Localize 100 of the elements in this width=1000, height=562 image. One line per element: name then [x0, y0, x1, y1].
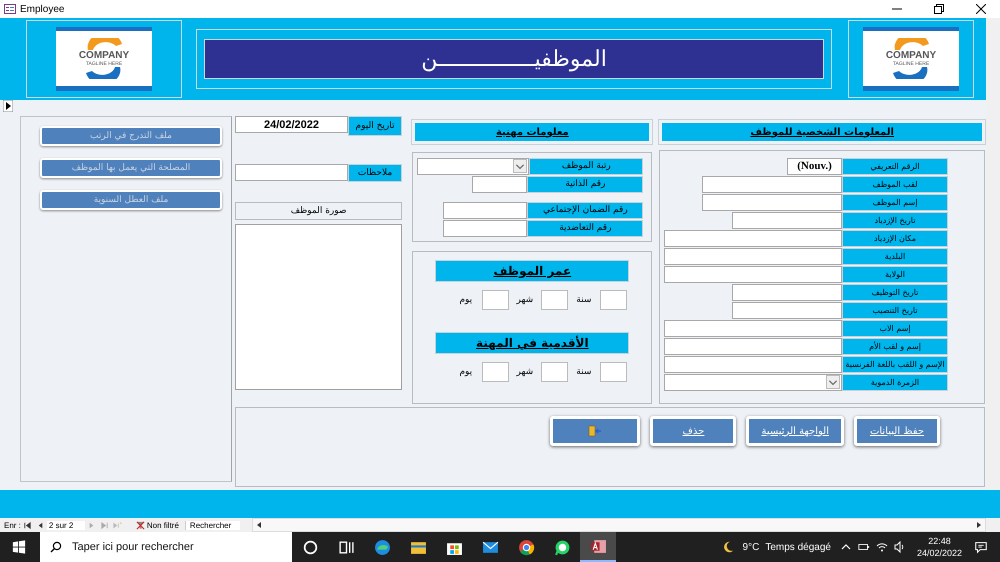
scrollbar[interactable]	[986, 112, 1000, 490]
action-button[interactable]: الواجهة الرئيسية	[746, 416, 844, 446]
field-label: تاريخ الإزدياد	[842, 212, 948, 228]
field-label: ملاحظات	[348, 164, 402, 182]
input-field[interactable]	[540, 362, 568, 382]
input-field[interactable]	[482, 362, 509, 382]
dropdown-field[interactable]	[664, 374, 842, 390]
unit-label: سنة	[575, 367, 592, 377]
field-label: الرقم التعريفي	[842, 158, 948, 174]
unit-label: يوم	[458, 295, 474, 305]
field-label: الولاية	[842, 266, 948, 282]
search-icon	[50, 541, 62, 553]
scroll-left-icon[interactable]	[254, 521, 263, 529]
field-label: رتبة الموظف	[529, 158, 644, 174]
input-field[interactable]	[540, 290, 568, 310]
logo-name: COMPANY	[886, 50, 936, 61]
input-field[interactable]	[664, 248, 842, 264]
scroll-right-icon[interactable]	[975, 521, 983, 529]
last-record-icon[interactable]	[100, 520, 109, 530]
next-record-icon[interactable]	[86, 520, 96, 530]
field-label: الإسم و اللقب باللغة الفرنسية	[842, 356, 948, 372]
window-title: Employee	[20, 4, 64, 14]
browser-icon	[374, 538, 390, 556]
field-label: لقب الموظف	[842, 176, 948, 192]
field-label: مكان الإزدياد	[842, 230, 948, 246]
input-field[interactable]	[600, 290, 627, 310]
new-record-icon[interactable]	[112, 520, 122, 530]
field-label: البلدية	[842, 248, 948, 264]
door-icon	[588, 425, 602, 437]
field-label: الزمرة الدموية	[842, 374, 948, 390]
first-record-icon[interactable]	[22, 520, 32, 530]
unit-label: شهر	[515, 367, 534, 377]
field-label: رقم الذاتية	[527, 176, 644, 192]
field-label: إسم الموظف	[842, 194, 948, 210]
input-field[interactable]	[702, 176, 842, 192]
clock-time: 22:48	[928, 535, 951, 547]
photo-caption: صورة الموظف	[235, 202, 402, 220]
battery-icon[interactable]	[858, 541, 870, 553]
field-label: تاريخ اليوم	[348, 116, 402, 136]
field-label: إسم و لقب الأم	[842, 338, 948, 354]
windows-start-icon[interactable]	[12, 540, 26, 554]
input-field[interactable]	[664, 338, 842, 354]
dropdown-field[interactable]	[417, 158, 530, 174]
record-label: Enr :	[4, 520, 21, 530]
input-field[interactable]: (Nouv.)	[787, 158, 842, 174]
field-label: رقم الضمان الإجتماعي	[527, 202, 644, 218]
input-field[interactable]	[664, 266, 842, 282]
filter-status[interactable]: Non filtré	[146, 520, 185, 530]
search-field[interactable]: Rechercher	[184, 520, 240, 530]
field-label: تاريخ التنصيب	[842, 302, 948, 318]
clock-date: 24/02/2022	[916, 547, 962, 559]
input-field[interactable]	[664, 230, 842, 246]
field-label: تاريخ التوظيف	[842, 284, 948, 300]
input-field[interactable]	[482, 290, 509, 310]
notification-icon[interactable]	[974, 540, 988, 554]
notes-field[interactable]	[235, 164, 348, 181]
taskbar-search-field[interactable]: Taper ici pour rechercher	[40, 532, 292, 562]
close-icon[interactable]	[976, 4, 986, 14]
exit-button[interactable]	[550, 416, 640, 446]
record-selector-icon[interactable]	[3, 100, 13, 112]
input-field[interactable]	[443, 202, 528, 218]
browser-icon	[518, 538, 534, 556]
scrollbar[interactable]	[986, 18, 1000, 100]
temperature: 9°C	[742, 542, 760, 552]
field-label: إسم الاب	[842, 320, 948, 336]
action-button[interactable]: حفظ البيانات	[854, 416, 940, 446]
section-header: معلومات مهنية	[412, 120, 652, 144]
section-header: الأقدمية في المهنة	[435, 332, 630, 354]
chat-icon	[554, 538, 570, 556]
section-header: المعلومات الشخصية للموظف	[659, 120, 985, 144]
section-header: عمر الموظف	[435, 260, 630, 282]
input-field[interactable]	[732, 284, 842, 300]
action-button[interactable]: حذف	[650, 416, 736, 446]
unit-label: يوم	[458, 367, 474, 377]
date-field[interactable]: 24/02/2022	[235, 116, 348, 133]
input-field[interactable]	[732, 302, 842, 318]
speaker-icon[interactable]	[894, 541, 906, 553]
input-field[interactable]	[664, 320, 842, 336]
task-view-icon	[338, 538, 354, 556]
scrollbar[interactable]	[252, 518, 986, 532]
wifi-icon[interactable]	[876, 541, 888, 553]
taskbar-clock[interactable]: 22:48 24/02/2022	[916, 535, 962, 559]
restore-icon[interactable]	[934, 4, 944, 14]
input-field[interactable]	[600, 362, 627, 382]
input-field[interactable]	[664, 356, 842, 372]
input-field[interactable]	[472, 176, 528, 192]
database-app-icon	[590, 538, 606, 554]
circle-icon	[302, 538, 318, 556]
unit-label: سنة	[575, 295, 592, 305]
form-title: الموظفيـــــــــــــــن	[204, 39, 824, 79]
form-icon	[4, 4, 16, 14]
input-field[interactable]	[702, 194, 842, 210]
field-label: رقم التعاضدية	[527, 220, 644, 236]
record-position-field[interactable]: 2 sur 2	[46, 520, 85, 530]
unit-label: شهر	[515, 295, 534, 305]
logo-name: COMPANY	[78, 50, 130, 61]
filter-icon[interactable]	[136, 520, 145, 530]
input-field[interactable]	[732, 212, 842, 228]
input-field[interactable]	[443, 220, 528, 236]
weather-text: Temps dégagé	[765, 542, 831, 552]
